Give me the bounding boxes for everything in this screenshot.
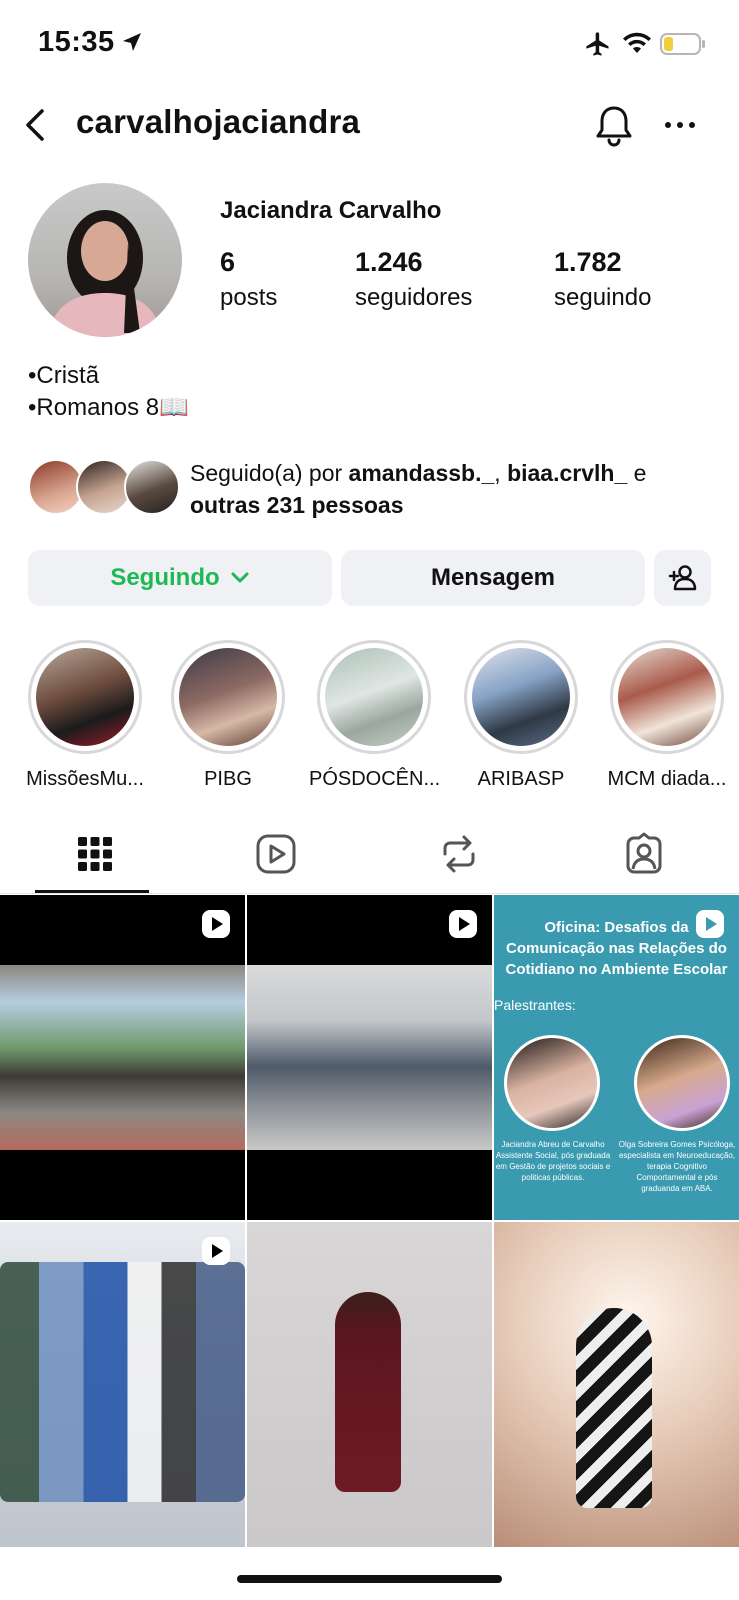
grid-icon[interactable] bbox=[73, 832, 117, 876]
profile-username: carvalhojaciandra bbox=[76, 103, 361, 140]
stat-value: 6 bbox=[220, 247, 236, 277]
reposts-icon[interactable] bbox=[437, 832, 481, 876]
status-time: 15:35 bbox=[38, 26, 115, 58]
speaker-photo bbox=[634, 1035, 730, 1131]
message-button-label: Mensagem bbox=[430, 564, 556, 591]
followed-by-conjunction: e bbox=[627, 460, 647, 486]
highlight-label: MCM diada... bbox=[607, 768, 727, 790]
profile-full-name: Jaciandra Carvalho bbox=[220, 197, 442, 224]
message-button[interactable]: Mensagem bbox=[341, 550, 645, 606]
highlight-ring bbox=[171, 640, 285, 754]
post-photo bbox=[335, 1292, 401, 1492]
airplane-icon bbox=[586, 32, 609, 56]
highlight-item[interactable]: MissõesMu... bbox=[20, 640, 150, 791]
highlight-label: PÓSDOCÊN... bbox=[309, 768, 441, 790]
stat-label: seguidores bbox=[355, 284, 473, 311]
more-icon[interactable] bbox=[662, 113, 698, 137]
followed-by-others[interactable]: outras 231 pessoas bbox=[190, 492, 404, 518]
following-button-label: Seguindo bbox=[110, 564, 220, 591]
stat-posts[interactable]: 6 posts bbox=[220, 247, 277, 312]
highlight-cover bbox=[325, 648, 423, 746]
reel-badge-icon bbox=[696, 910, 724, 938]
profile-tabs bbox=[0, 818, 739, 894]
back-chevron-icon[interactable] bbox=[20, 105, 50, 145]
post-thumbnail[interactable] bbox=[247, 1222, 492, 1547]
highlight-item[interactable]: PIBG bbox=[163, 640, 293, 791]
profile-avatar[interactable] bbox=[28, 183, 182, 337]
highlight-item[interactable]: PÓSDOCÊN... bbox=[309, 640, 441, 791]
bio-line: •Cristã bbox=[28, 362, 100, 389]
stat-following[interactable]: 1.782 seguindo bbox=[554, 247, 651, 312]
chevron-down-icon bbox=[231, 572, 249, 583]
bell-icon[interactable] bbox=[594, 103, 634, 147]
highlight-cover bbox=[472, 648, 570, 746]
reel-badge-icon bbox=[449, 910, 477, 938]
post-thumbnail[interactable] bbox=[494, 1222, 739, 1547]
highlight-ring bbox=[464, 640, 578, 754]
followed-by-text: Seguido(a) por amandassb._, biaa.crvlh_ … bbox=[190, 457, 720, 521]
speaker-photo bbox=[504, 1035, 600, 1131]
highlight-cover bbox=[36, 648, 134, 746]
profile-header: carvalhojaciandra bbox=[0, 95, 739, 155]
tagged-icon[interactable] bbox=[622, 832, 666, 876]
highlight-item[interactable]: MCM diada... bbox=[602, 640, 732, 791]
followed-by[interactable]: Seguido(a) por amandassb._, biaa.crvlh_ … bbox=[28, 455, 718, 520]
post-thumbnail[interactable] bbox=[247, 895, 492, 1220]
highlight-cover bbox=[618, 648, 716, 746]
posts-grid: Oficina: Desafios da Comunicação nas Rel… bbox=[0, 895, 739, 1549]
highlight-label: MissõesMu... bbox=[26, 768, 144, 790]
status-bar: 15:35 bbox=[0, 0, 739, 90]
profile-bio: •Cristã •Romanos 8📖 bbox=[28, 360, 189, 424]
speaker-caption: Olga Sobreira Gomes Psicóloga, especiali… bbox=[618, 1140, 736, 1193]
stat-followers[interactable]: 1.246 seguidores bbox=[355, 247, 472, 312]
reel-badge-icon bbox=[202, 910, 230, 938]
add-person-button[interactable] bbox=[654, 550, 711, 606]
stat-label: posts bbox=[220, 284, 278, 311]
avatar-image bbox=[48, 210, 162, 337]
followed-by-prefix: Seguido(a) por bbox=[190, 460, 349, 486]
reels-icon[interactable] bbox=[254, 832, 298, 876]
highlight-ring bbox=[317, 640, 431, 754]
post-subtitle: Palestrantes: bbox=[494, 997, 576, 1013]
reel-badge-icon bbox=[202, 1237, 230, 1265]
location-arrow-icon bbox=[123, 33, 141, 51]
highlight-ring bbox=[28, 640, 142, 754]
highlight-cover bbox=[179, 648, 277, 746]
post-thumbnail[interactable]: Oficina: Desafios da Comunicação nas Rel… bbox=[494, 895, 739, 1220]
followed-by-user[interactable]: biaa.crvlh_ bbox=[507, 460, 627, 486]
bio-line: •Romanos 8📖 bbox=[28, 394, 190, 421]
post-photo bbox=[0, 1262, 245, 1502]
post-photo bbox=[0, 965, 245, 1150]
followed-by-separator: , bbox=[494, 460, 508, 486]
battery-low-icon bbox=[660, 33, 705, 55]
post-thumbnail[interactable] bbox=[0, 1222, 245, 1547]
post-photo bbox=[247, 965, 492, 1150]
tabs-divider bbox=[0, 893, 739, 894]
follower-avatar bbox=[124, 459, 180, 515]
post-photo bbox=[576, 1308, 652, 1508]
highlight-label: PIBG bbox=[204, 768, 252, 790]
stat-label: seguindo bbox=[554, 284, 652, 311]
following-button[interactable]: Seguindo bbox=[28, 550, 332, 606]
home-indicator[interactable] bbox=[237, 1575, 502, 1583]
highlight-label: ARIBASP bbox=[477, 768, 565, 790]
highlight-ring bbox=[610, 640, 724, 754]
speaker-caption: Jaciandra Abreu de Carvalho Assistente S… bbox=[495, 1140, 611, 1182]
add-person-icon bbox=[668, 565, 696, 591]
followed-by-user[interactable]: amandassb._ bbox=[349, 460, 495, 486]
post-thumbnail[interactable] bbox=[0, 895, 245, 1220]
highlight-item[interactable]: ARIBASP bbox=[456, 640, 586, 791]
wifi-icon bbox=[623, 32, 651, 53]
stat-value: 1.782 bbox=[554, 247, 622, 277]
stat-value: 1.246 bbox=[355, 247, 423, 277]
